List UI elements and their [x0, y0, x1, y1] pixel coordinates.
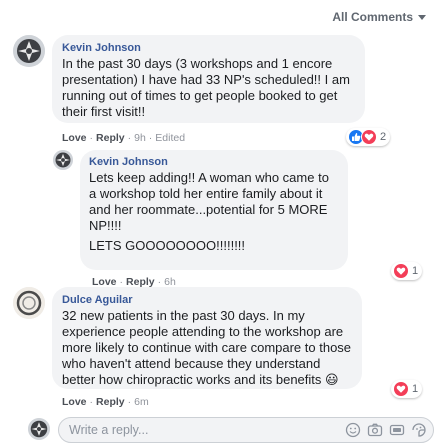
edited-label[interactable]: Edited: [155, 132, 185, 144]
reply-input-box: [58, 417, 434, 443]
reply-bubble: Kevin Johnson Lets keep adding!! A woman…: [80, 150, 348, 270]
reaction-summary[interactable]: 2: [346, 128, 391, 146]
gif-icon[interactable]: [389, 422, 405, 438]
comment-text: 32 new patients in the past 30 days. In …: [62, 308, 352, 387]
all-comments-dropdown[interactable]: All Comments: [332, 10, 426, 24]
reply-reaction-summary[interactable]: 1: [391, 262, 423, 280]
love-icon: [361, 129, 377, 145]
camera-icon[interactable]: [367, 422, 383, 438]
caret-down-icon: [418, 15, 426, 20]
reply-input[interactable]: [69, 423, 319, 437]
comment-bubble: Dulce Aguilar 32 new patients in the pas…: [52, 287, 362, 389]
composer-tools: [345, 422, 427, 438]
sticker-icon[interactable]: [411, 422, 427, 438]
love-link[interactable]: Love: [62, 132, 87, 144]
comment-text: In the past 30 days (3 workshops and 1 e…: [62, 56, 350, 119]
comment-timestamp[interactable]: 9h: [134, 132, 146, 144]
avatar-kevin-johnson-reply[interactable]: [53, 150, 73, 170]
sort-label: All Comments: [332, 10, 413, 24]
comment-actions: Love · Reply · 9h · Edited: [62, 132, 186, 144]
reply-text-followup: LETS GOOOOOOOO!!!!!!!!: [89, 238, 246, 253]
reply-link[interactable]: Reply: [96, 396, 125, 408]
love-icon: [393, 381, 409, 397]
reaction-count: 2: [380, 131, 387, 143]
reply-link[interactable]: Reply: [96, 132, 125, 144]
reaction-summary[interactable]: 1: [391, 380, 423, 398]
reaction-count: 1: [412, 383, 419, 395]
comment-actions: Love · Reply · 6m: [62, 396, 149, 408]
comment-author[interactable]: Dulce Aguilar: [62, 294, 352, 306]
love-icon: [393, 263, 409, 279]
current-user-avatar[interactable]: [28, 418, 50, 440]
avatar-dulce-aguilar[interactable]: [13, 287, 45, 319]
love-link[interactable]: Love: [62, 396, 87, 408]
emoji-icon[interactable]: [345, 422, 361, 438]
comment-bubble: Kevin Johnson In the past 30 days (3 wor…: [52, 35, 365, 123]
reply-author[interactable]: Kevin Johnson: [89, 156, 339, 168]
reply-text: Lets keep adding!! A woman who came to a…: [89, 170, 329, 233]
comment-timestamp[interactable]: 6m: [134, 396, 149, 408]
avatar-kevin-johnson[interactable]: [13, 35, 45, 67]
reaction-count: 1: [412, 265, 419, 277]
comment-author[interactable]: Kevin Johnson: [62, 42, 355, 54]
